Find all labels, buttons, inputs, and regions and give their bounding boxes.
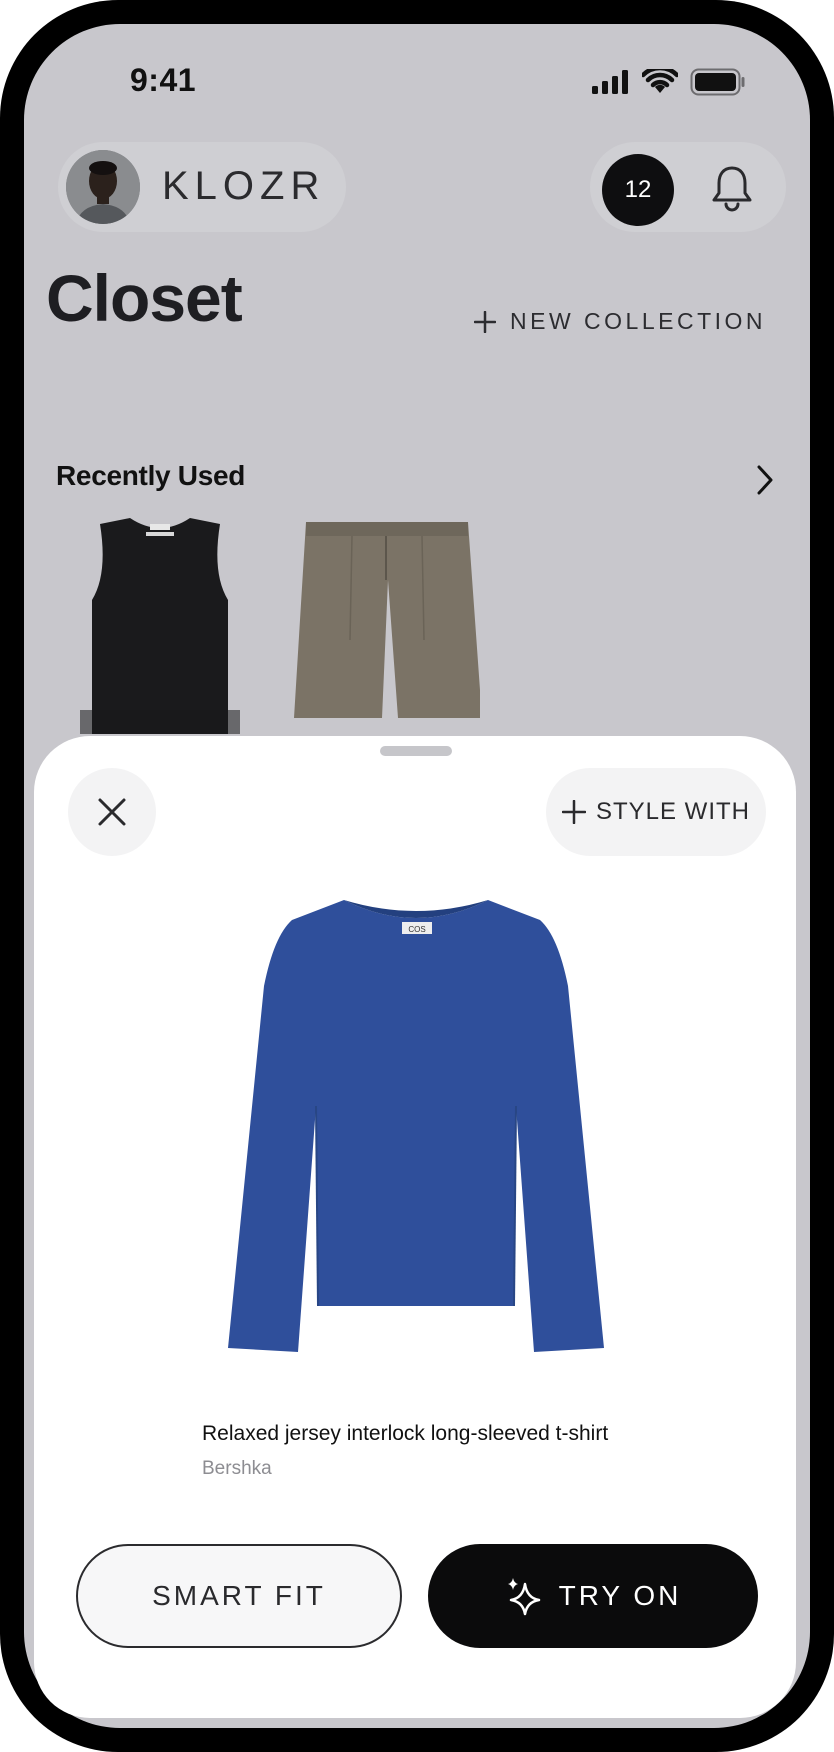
product-name: Relaxed jersey interlock long-sleeved t-… <box>202 1422 609 1445</box>
product-brand: Bershka <box>202 1458 272 1479</box>
try-on-button[interactable]: TRY ON <box>428 1544 758 1648</box>
signal-icon <box>592 70 628 94</box>
try-on-label: TRY ON <box>558 1580 682 1611</box>
recently-used-title: Recently Used <box>56 460 246 491</box>
avatar-image <box>66 150 140 224</box>
bell-icon <box>712 166 752 212</box>
notifications-button[interactable] <box>710 164 754 217</box>
count-badge[interactable]: 12 <box>602 154 674 226</box>
phone-frame: 9:41 KLOZR 12 Closet NEW COLLECTION Rece… <box>0 0 834 1752</box>
recent-item-shorts[interactable] <box>292 520 482 745</box>
sparkle-icon <box>507 1578 540 1616</box>
new-collection-label: NEW COLLECTION <box>510 308 767 334</box>
product-image: COS <box>226 896 606 1361</box>
new-collection-button[interactable]: NEW COLLECTION <box>474 308 766 335</box>
style-with-button[interactable]: STYLE WITH <box>546 768 766 856</box>
status-icons <box>592 68 746 96</box>
brand-name: KLOZR <box>162 164 326 208</box>
smart-fit-button[interactable]: SMART FIT <box>76 1544 402 1648</box>
page-title: Closet <box>46 261 243 335</box>
status-time: 9:41 <box>130 62 197 98</box>
recent-item-tank-top[interactable] <box>80 514 240 739</box>
battery-icon <box>690 68 745 96</box>
long-sleeve-tshirt-image: COS <box>228 900 604 1352</box>
style-with-label: STYLE WITH <box>595 798 750 825</box>
plus-icon <box>474 310 496 333</box>
garment-tag-text: COS <box>408 925 425 934</box>
chevron-right-icon <box>757 465 773 495</box>
close-button[interactable] <box>68 768 156 856</box>
avatar[interactable] <box>66 150 140 224</box>
wifi-icon <box>642 69 678 93</box>
recently-used-more[interactable] <box>754 464 776 501</box>
shorts-image <box>294 522 482 718</box>
plus-icon <box>561 800 586 824</box>
tank-top-image <box>80 518 240 734</box>
close-icon <box>98 798 126 826</box>
sheet-grabber[interactable] <box>380 746 452 756</box>
